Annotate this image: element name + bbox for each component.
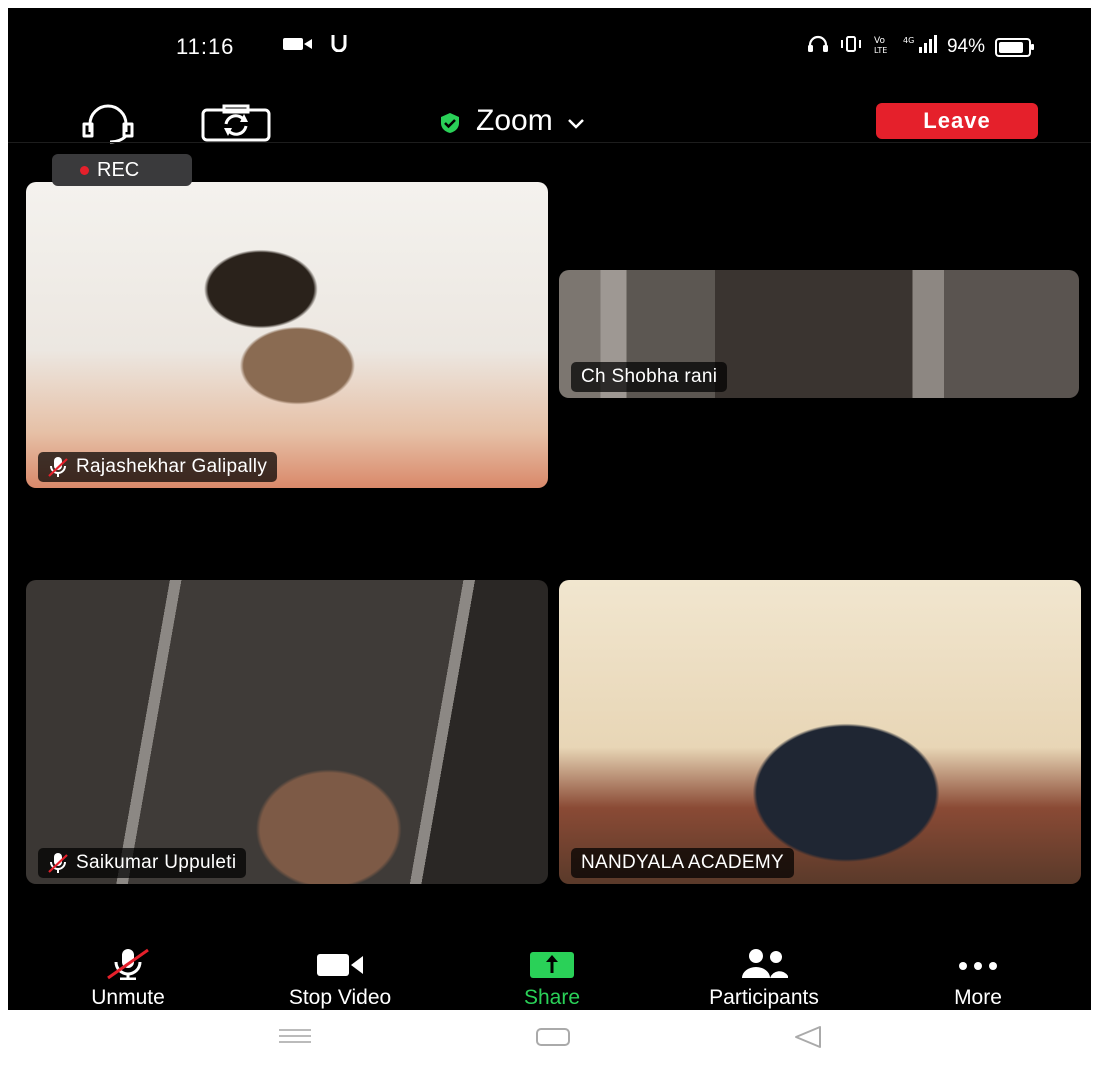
svg-text:LTE: LTE — [874, 46, 887, 54]
participants-icon — [742, 949, 788, 978]
u-icon — [331, 34, 347, 58]
home-icon[interactable] — [535, 1027, 571, 1047]
svg-text:4G: 4G — [903, 36, 914, 45]
participant-name: Ch Shobha rani — [581, 366, 718, 387]
chevron-down-icon — [567, 104, 585, 138]
battery-icon — [995, 37, 1034, 57]
audio-headset-icon[interactable] — [80, 104, 136, 144]
more-dots-icon — [959, 962, 997, 970]
participant-video-tile[interactable]: Saikumar Uppuleti — [26, 580, 548, 884]
mic-muted-icon — [107, 948, 149, 980]
leave-button[interactable]: Leave — [876, 103, 1038, 139]
4g-signal-icon: 4G — [903, 34, 937, 60]
status-left-icons — [283, 34, 347, 58]
share-arrow-icon — [530, 952, 574, 978]
menu-icon[interactable] — [278, 1028, 312, 1044]
video-camera-icon — [317, 954, 363, 976]
participant-name: Rajashekhar Galipally — [76, 456, 268, 477]
participant-name-label: Ch Shobha rani — [571, 362, 728, 392]
status-time: 11:16 — [176, 34, 235, 59]
participant-name-label: Rajashekhar Galipally — [38, 452, 278, 482]
unmute-label: Unmute — [91, 986, 165, 1009]
share-label: Share — [523, 986, 581, 1009]
system-nav-bar — [8, 1010, 1091, 1060]
battery-percent: 94% — [946, 36, 985, 57]
battery-fill — [999, 41, 1023, 53]
svg-text:Vo: Vo — [874, 36, 885, 46]
stop-video-label: Stop Video — [288, 986, 392, 1009]
participants-button[interactable]: Participants — [672, 948, 856, 1010]
recording-dot-icon — [80, 165, 89, 175]
participant-name-label: NANDYALA ACADEMY — [571, 848, 794, 878]
mic-muted-icon — [48, 457, 68, 477]
headset-icon — [807, 35, 829, 59]
unmute-button[interactable]: Unmute — [70, 948, 186, 1010]
share-button[interactable]: Share — [502, 948, 602, 1010]
participant-video-tile[interactable]: Ch Shobha rani — [559, 270, 1079, 398]
zoom-meeting-screen: 11:16 Vo LTE 4G 94% Zoom Leave Rajashekh… — [8, 8, 1091, 1060]
meeting-title: Zoom — [476, 104, 553, 137]
participant-video-tile[interactable]: NANDYALA ACADEMY — [559, 580, 1081, 884]
more-label: More — [954, 986, 1002, 1009]
volte-icon: Vo LTE — [873, 34, 893, 60]
status-right: Vo LTE 4G 94% — [807, 34, 1034, 60]
participant-name: NANDYALA ACADEMY — [581, 852, 784, 873]
stop-video-button[interactable]: Stop Video — [260, 948, 420, 1010]
recording-badge: REC — [52, 154, 192, 186]
back-icon[interactable] — [793, 1025, 823, 1049]
participant-name-label: Saikumar Uppuleti — [38, 848, 247, 878]
participant-video-tile[interactable]: Rajashekhar Galipally — [26, 182, 548, 488]
mic-muted-icon — [48, 853, 68, 873]
switch-camera-icon[interactable] — [200, 104, 274, 144]
shield-check-icon — [438, 109, 462, 133]
recording-label: REC — [97, 158, 140, 181]
meeting-toolbar: Unmute Stop Video Share Participants Mor… — [8, 948, 1091, 1010]
vibrate-icon — [839, 35, 863, 59]
video-record-icon — [283, 35, 313, 58]
meeting-title-dropdown[interactable]: Zoom — [438, 104, 585, 138]
top-divider — [8, 142, 1091, 143]
more-button[interactable]: More — [928, 948, 1028, 1010]
participant-name: Saikumar Uppuleti — [76, 852, 237, 873]
participants-label: Participants — [709, 986, 819, 1009]
